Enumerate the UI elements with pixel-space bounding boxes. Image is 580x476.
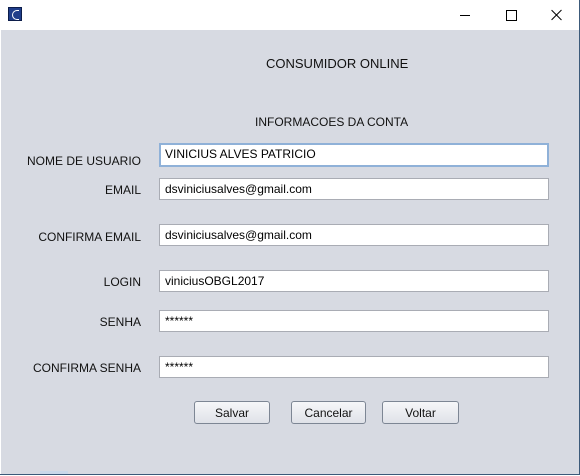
form-panel: CONSUMIDOR ONLINE INFORMACOES DA CONTA N… — [1, 30, 579, 474]
minimize-icon — [460, 14, 470, 16]
app-window: CONSUMIDOR ONLINE INFORMACOES DA CONTA N… — [0, 0, 580, 475]
section-subtitle: INFORMACOES DA CONTA — [255, 115, 409, 129]
confirm-email-field[interactable]: dsviniciusalves@gmail.com — [159, 224, 549, 246]
back-button[interactable]: Voltar — [382, 401, 459, 424]
taskbar-edge — [40, 471, 68, 474]
password-label: SENHA — [99, 315, 141, 329]
confirm-password-field[interactable]: ****** — [159, 356, 549, 378]
maximize-button[interactable] — [488, 0, 534, 30]
close-button[interactable] — [534, 0, 580, 30]
email-label: EMAIL — [104, 183, 141, 197]
save-button[interactable]: Salvar — [194, 401, 270, 424]
page-title: CONSUMIDOR ONLINE — [266, 56, 409, 71]
title-bar[interactable] — [0, 0, 579, 30]
username-field[interactable]: VINICIUS ALVES PATRICIO — [159, 143, 549, 167]
cancel-button[interactable]: Cancelar — [291, 401, 366, 424]
close-icon — [551, 9, 563, 21]
confirm-password-label: CONFIRMA SENHA — [32, 361, 141, 375]
confirm-email-label: CONFIRMA EMAIL — [38, 230, 141, 244]
username-label: NOME DE USUARIO — [26, 154, 141, 168]
minimize-button[interactable] — [442, 0, 488, 30]
login-label: LOGIN — [103, 275, 141, 289]
maximize-icon — [505, 9, 517, 21]
email-field[interactable]: dsviniciusalves@gmail.com — [159, 178, 549, 200]
password-field[interactable]: ****** — [159, 310, 549, 332]
login-field[interactable]: viniciusOBGL2017 — [159, 270, 549, 292]
java-cup-icon — [8, 7, 22, 21]
